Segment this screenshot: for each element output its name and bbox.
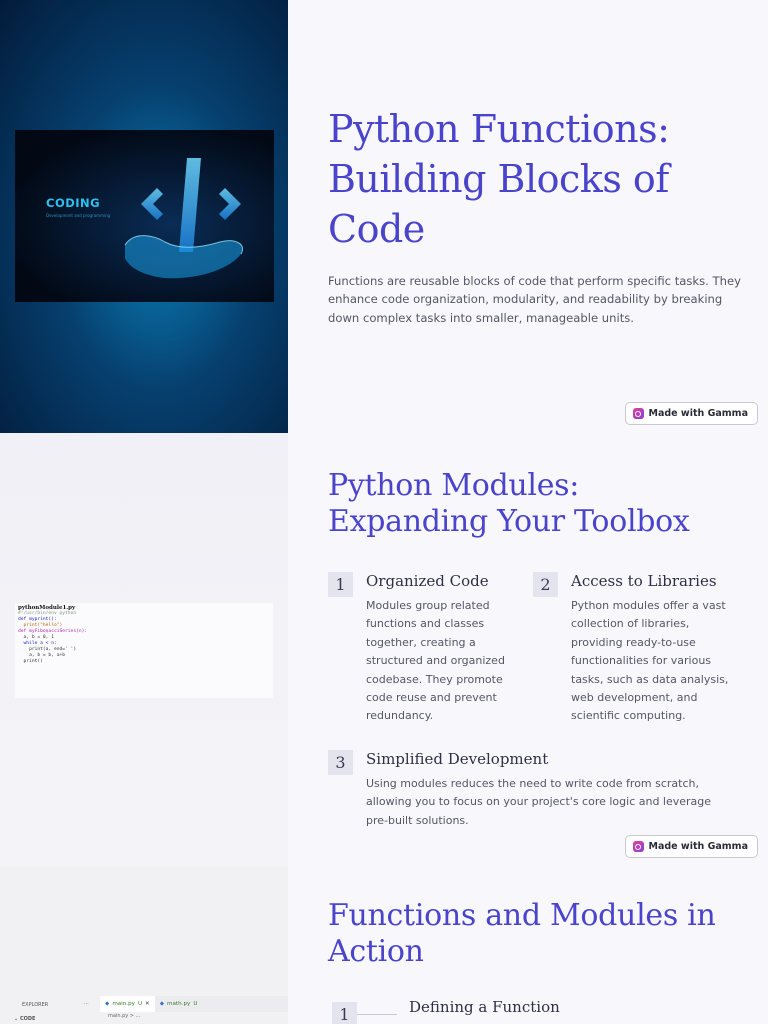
close-icon[interactable]: ✕ bbox=[145, 1001, 150, 1007]
slide-python-modules: pythonModule1.py #!/usr/bin/env python d… bbox=[0, 433, 768, 866]
tab-math-py[interactable]: ◆ math.py U bbox=[155, 996, 203, 1012]
timeline-connector bbox=[357, 1014, 397, 1015]
coding-label: CODING bbox=[46, 196, 101, 210]
editor-screenshot-panel: EXPLORER ··· ⌄ CODE ◆ main.py U ✕ ◆ math… bbox=[0, 866, 288, 1024]
python-file-icon: ◆ bbox=[159, 1001, 165, 1007]
gamma-logo-icon bbox=[632, 841, 644, 852]
code-snippet: pythonModule1.py #!/usr/bin/env python d… bbox=[15, 603, 273, 698]
feature-description: Python modules offer a vast collection o… bbox=[571, 599, 729, 723]
code-snippet-panel: pythonModule1.py #!/usr/bin/env python d… bbox=[0, 433, 288, 866]
intro-paragraph: Functions are reusable blocks of code th… bbox=[328, 274, 741, 325]
coding-illustration: CODING Development and programming bbox=[15, 130, 274, 302]
tab-main-py[interactable]: ◆ main.py U ✕ bbox=[100, 996, 155, 1012]
made-with-gamma-badge[interactable]: Made with Gamma bbox=[624, 402, 758, 425]
step-number: 2 bbox=[533, 572, 558, 597]
step-number: 3 bbox=[328, 750, 353, 775]
gamma-badge-label: Made with Gamma bbox=[648, 408, 748, 419]
more-icon: ··· bbox=[84, 1001, 89, 1007]
code-editor-preview: EXPLORER ··· ⌄ CODE ◆ main.py U ✕ ◆ math… bbox=[0, 996, 288, 1024]
section-title: Functions and Modules in Action bbox=[328, 898, 716, 969]
step-number: 1 bbox=[328, 572, 353, 597]
feature-title: Access to Libraries bbox=[571, 572, 717, 590]
editor-explorer: EXPLORER ··· ⌄ CODE bbox=[0, 996, 100, 1024]
section-title: Python Modules: Expanding Your Toolbox bbox=[328, 468, 690, 539]
code-line: print() bbox=[18, 659, 43, 664]
editor-breadcrumb: main.py > ... bbox=[108, 1013, 141, 1019]
slide-functions-in-action: EXPLORER ··· ⌄ CODE ◆ main.py U ✕ ◆ math… bbox=[0, 866, 768, 1024]
page-title: Python Functions: Building Blocks of Cod… bbox=[328, 107, 670, 251]
python-file-icon: ◆ bbox=[105, 1001, 110, 1007]
folder-label: ⌄ CODE bbox=[14, 1016, 36, 1022]
feature-title: Organized Code bbox=[366, 572, 489, 590]
feature-description: Using modules reduces the need to write … bbox=[366, 777, 712, 827]
feature-description: Modules group related functions and clas… bbox=[366, 599, 505, 723]
gamma-badge-label: Made with Gamma bbox=[648, 841, 748, 852]
feature-title: Simplified Development bbox=[366, 750, 549, 768]
explorer-label: EXPLORER bbox=[22, 1002, 49, 1008]
hero-image-panel: CODING Development and programming bbox=[0, 0, 288, 433]
slide-python-functions: CODING Development and programming Pytho… bbox=[0, 0, 768, 433]
timeline-step-title: Defining a Function bbox=[409, 998, 560, 1016]
gamma-logo-icon bbox=[632, 408, 644, 419]
coding-sublabel: Development and programming bbox=[46, 213, 111, 218]
timeline-step-number: 1 bbox=[332, 1002, 357, 1024]
editor-tabs: ◆ main.py U ✕ ◆ math.py U bbox=[100, 996, 288, 1012]
made-with-gamma-badge[interactable]: Made with Gamma bbox=[624, 835, 758, 858]
